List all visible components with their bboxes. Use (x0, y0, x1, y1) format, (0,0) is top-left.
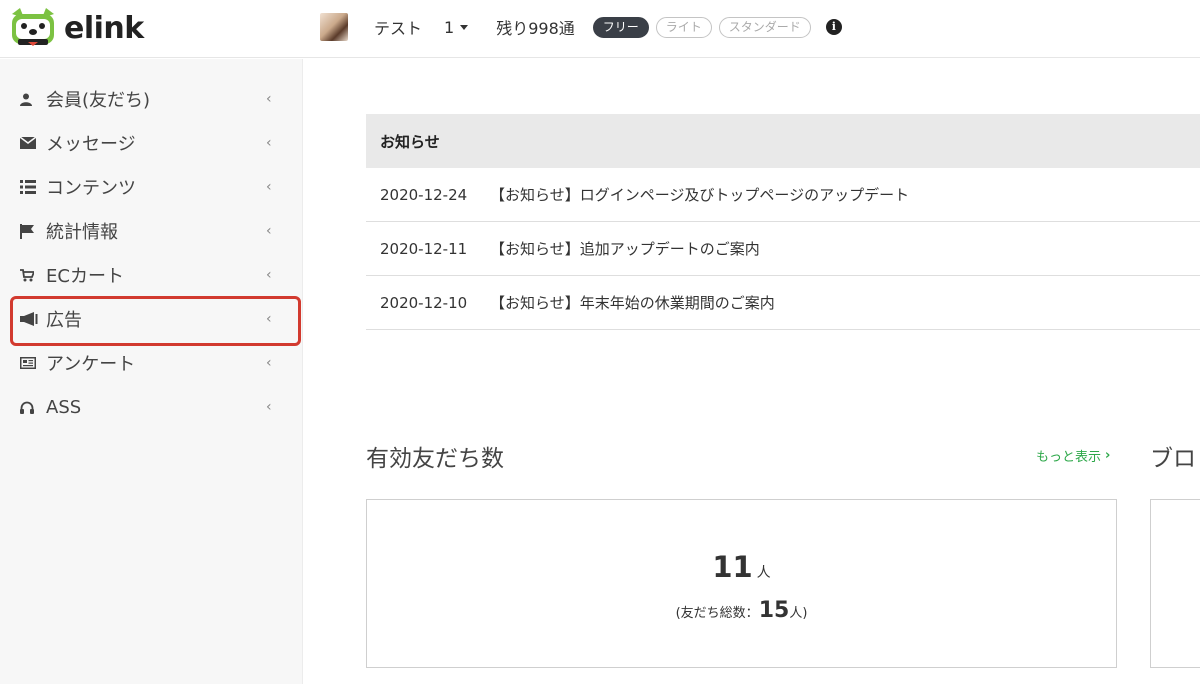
sidebar-item-members[interactable]: 会員(友だち) ‹ (0, 77, 302, 121)
notice-row[interactable]: 2020-12-10 【お知らせ】年末年始の休業期間のご案内 (366, 276, 1200, 330)
flag-icon (20, 223, 42, 239)
active-friends-card: 11 人 (友だち総数：15人) (366, 499, 1117, 668)
account-bar: テスト 1 残り998通 フリー ライト スタンダード i (320, 12, 842, 42)
headphones-icon (20, 401, 42, 414)
dog-mascot-icon (12, 8, 54, 46)
chevron-left-icon: ‹ (266, 399, 272, 415)
cart-icon (20, 268, 42, 282)
plan-badge-standard[interactable]: スタンダード (718, 16, 811, 38)
sidebar-nav: 会員(友だち) ‹ メッセージ ‹ コンテンツ ‹ 統計情報 ‹ ECカート ‹… (0, 59, 302, 429)
sidebar-item-label: ECカート (46, 266, 124, 287)
sidebar: 会員(友だち) ‹ メッセージ ‹ コンテンツ ‹ 統計情報 ‹ ECカート ‹… (0, 59, 303, 684)
active-friends-number: 11 (712, 550, 753, 584)
caret-down-icon (460, 24, 469, 30)
list-icon (20, 180, 42, 194)
total-friends: (友だち総数：15人) (367, 598, 1116, 623)
newspaper-icon (20, 357, 42, 369)
elink-logo[interactable]: elink (6, 5, 144, 51)
sidebar-item-statistics[interactable]: 統計情報 ‹ (0, 209, 302, 253)
notice-title-link[interactable]: 【お知らせ】年末年始の休業期間のご案内 (490, 292, 775, 313)
active-friends-unit: 人 (756, 565, 771, 581)
notice-date: 2020-12-11 (380, 239, 468, 258)
account-number: 1 (444, 17, 455, 37)
show-more-link[interactable]: もっと表示 › (1036, 446, 1110, 465)
notice-date: 2020-12-24 (380, 185, 468, 204)
main-content: お知らせ 2020-12-24 【お知らせ】ログインページ及びトップページのアッ… (304, 59, 1200, 684)
sidebar-item-ads[interactable]: 広告 ‹ (0, 296, 302, 346)
notice-panel: お知らせ 2020-12-24 【お知らせ】ログインページ及びトップページのアッ… (366, 114, 1200, 330)
notice-title-link[interactable]: 【お知らせ】追加アップデートのご案内 (490, 238, 760, 259)
sidebar-item-label: メッセージ (46, 134, 136, 155)
broadcast-heading: ブロ (1150, 446, 1196, 472)
info-circle-icon[interactable]: i (825, 19, 842, 35)
sidebar-item-ec-cart[interactable]: ECカート ‹ (0, 253, 302, 297)
avatar[interactable] (320, 13, 348, 41)
sidebar-item-label: 統計情報 (46, 222, 118, 243)
total-friends-suffix: 人) (789, 606, 808, 621)
sidebar-item-ass[interactable]: ASS ‹ (0, 385, 302, 429)
active-friends-heading: 有効友だち数 (366, 446, 504, 472)
plan-badge-light[interactable]: ライト (655, 16, 712, 38)
total-friends-prefix: (友だち総数： (675, 606, 759, 621)
top-header: elink テスト 1 残り998通 フリー ライト スタンダード i (0, 0, 1200, 58)
sidebar-item-survey[interactable]: アンケート ‹ (0, 341, 302, 385)
logo-text: elink (64, 10, 144, 46)
envelope-icon (20, 137, 42, 149)
show-more-label: もっと表示 (1036, 450, 1102, 465)
sidebar-item-label: 会員(友だち) (46, 90, 151, 111)
total-friends-number: 15 (758, 598, 790, 623)
notice-panel-title: お知らせ (366, 114, 1200, 168)
broadcast-card (1150, 499, 1200, 668)
notice-row[interactable]: 2020-12-11 【お知らせ】追加アップデートのご案内 (366, 222, 1200, 276)
chevron-left-icon: ‹ (266, 91, 272, 107)
megaphone-icon (20, 312, 42, 326)
user-icon (20, 93, 42, 106)
chevron-left-icon: ‹ (266, 267, 272, 283)
chevron-left-icon: ‹ (266, 355, 272, 371)
sidebar-item-messages[interactable]: メッセージ ‹ (0, 121, 302, 165)
username: テスト (374, 19, 423, 38)
notice-date: 2020-12-10 (380, 293, 468, 312)
chevron-left-icon: ‹ (266, 311, 272, 327)
sidebar-item-contents[interactable]: コンテンツ ‹ (0, 165, 302, 209)
sidebar-item-label: アンケート (46, 354, 136, 375)
chevron-left-icon: ‹ (266, 179, 272, 195)
notice-row[interactable]: 2020-12-24 【お知らせ】ログインページ及びトップページのアップデート (366, 168, 1200, 222)
sidebar-item-label: ASS (46, 396, 82, 418)
notice-title-link[interactable]: 【お知らせ】ログインページ及びトップページのアップデート (490, 184, 909, 205)
sidebar-item-label: コンテンツ (46, 178, 136, 199)
plan-badge-free[interactable]: フリー (592, 16, 649, 38)
chevron-right-icon: › (1105, 448, 1111, 463)
account-switcher[interactable]: 1 (444, 17, 469, 37)
remaining-messages: 残り998通 (496, 19, 575, 38)
chevron-left-icon: ‹ (266, 135, 272, 151)
chevron-left-icon: ‹ (266, 223, 272, 239)
active-friends-count: 11 人 (367, 550, 1116, 584)
sidebar-item-label: 広告 (46, 310, 82, 331)
